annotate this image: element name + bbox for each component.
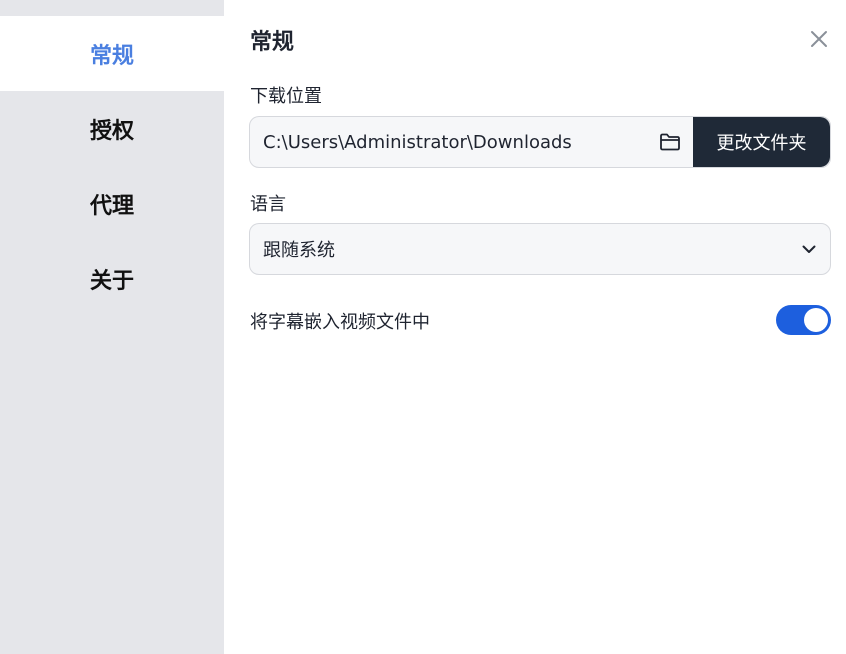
sidebar-item-about[interactable]: 关于 xyxy=(0,241,224,316)
folder-icon xyxy=(660,133,680,151)
embed-subtitles-label: 将字幕嵌入视频文件中 xyxy=(250,312,430,333)
chevron-down-icon xyxy=(802,245,816,253)
download-path-input[interactable] xyxy=(250,117,647,167)
language-label: 语言 xyxy=(250,194,286,215)
sidebar-item-proxy[interactable]: 代理 xyxy=(0,166,224,241)
sidebar-item-general[interactable]: 常规 xyxy=(0,16,224,91)
settings-window: 常规 授权 代理 关于 常规 下载位置 更改文件夹 xyxy=(0,0,846,654)
toggle-knob xyxy=(804,308,828,332)
language-select-value: 跟随系统 xyxy=(263,240,335,261)
sidebar-item-license[interactable]: 授权 xyxy=(0,91,224,166)
embed-subtitles-toggle[interactable] xyxy=(776,305,831,335)
sidebar-item-label: 授权 xyxy=(89,118,134,144)
change-folder-button[interactable]: 更改文件夹 xyxy=(693,117,830,167)
close-button[interactable] xyxy=(806,26,832,52)
sidebar: 常规 授权 代理 关于 xyxy=(0,0,224,654)
sidebar-item-label: 关于 xyxy=(89,268,134,294)
sidebar-item-label: 常规 xyxy=(89,43,134,69)
sidebar-item-label: 代理 xyxy=(89,193,134,219)
page-title: 常规 xyxy=(250,30,295,55)
open-folder-button[interactable] xyxy=(647,117,693,167)
download-path-group: 更改文件夹 xyxy=(249,116,831,168)
language-select[interactable]: 跟随系统 xyxy=(249,223,831,275)
settings-panel: 常规 下载位置 更改文件夹 语言 跟随系统 将字幕嵌入视频文件中 xyxy=(224,0,846,654)
close-icon xyxy=(811,31,827,47)
download-location-label: 下载位置 xyxy=(250,86,322,107)
